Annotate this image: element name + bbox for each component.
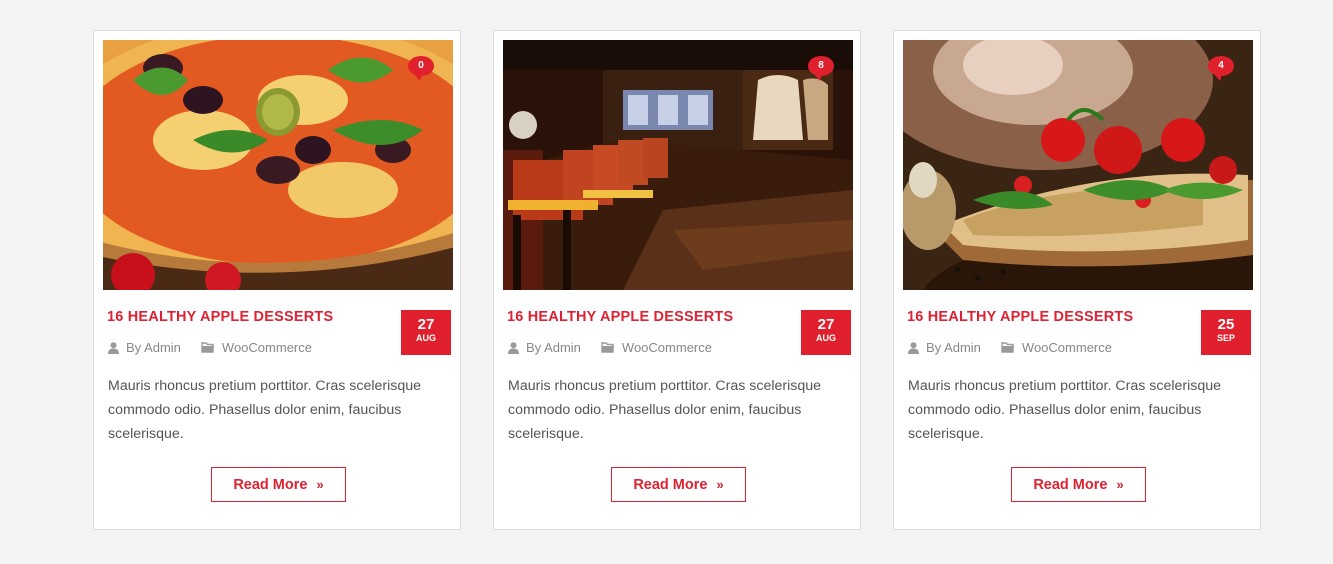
post-card: 0 16 HEALTHY APPLE DESSERTS 27 AUG By Ad…	[93, 30, 461, 530]
date-month: SEP	[1216, 333, 1235, 343]
post-meta: By Admin WooCommerce	[508, 340, 712, 355]
read-more-label: Read More	[633, 476, 708, 493]
date-month: AUG	[816, 333, 836, 343]
comment-count-badge[interactable]: 4	[1208, 56, 1234, 81]
double-chevron-right-icon: »	[1116, 477, 1124, 492]
read-more-label: Read More	[1033, 476, 1108, 493]
post-excerpt: Mauris rhoncus pretium porttitor. Cras s…	[908, 378, 1222, 442]
post-title[interactable]: 16 HEALTHY APPLE DESSERTS	[107, 309, 387, 325]
date-day: 27	[817, 316, 835, 333]
post-thumbnail[interactable]: 8	[503, 40, 853, 290]
folder-icon	[201, 342, 214, 353]
post-meta: By Admin WooCommerce	[108, 340, 312, 355]
post-excerpt: Mauris rhoncus pretium porttitor. Cras s…	[508, 378, 822, 442]
double-chevron-right-icon: »	[716, 477, 724, 492]
post-author-link[interactable]: By Admin	[526, 340, 581, 355]
restaurant-image	[503, 40, 853, 290]
post-title[interactable]: 16 HEALTHY APPLE DESSERTS	[907, 309, 1187, 325]
read-more-button[interactable]: Read More »	[1011, 467, 1146, 502]
post-thumbnail[interactable]: 0	[103, 40, 453, 290]
post-meta: By Admin WooCommerce	[908, 340, 1112, 355]
post-category-link[interactable]: WooCommerce	[222, 340, 312, 355]
user-icon	[108, 341, 119, 354]
double-chevron-right-icon: »	[316, 477, 324, 492]
read-more-label: Read More	[233, 476, 308, 493]
pizza-tomato-image	[903, 40, 1253, 290]
post-title[interactable]: 16 HEALTHY APPLE DESSERTS	[507, 309, 787, 325]
date-month: AUG	[416, 333, 436, 343]
read-more-button[interactable]: Read More »	[211, 467, 346, 502]
post-card: 8 16 HEALTHY APPLE DESSERTS 27 AUG By Ad…	[493, 30, 861, 530]
post-card: 4 16 HEALTHY APPLE DESSERTS 25 SEP By Ad…	[893, 30, 1261, 530]
post-thumbnail[interactable]: 4	[903, 40, 1253, 290]
blog-posts-grid: 0 16 HEALTHY APPLE DESSERTS 27 AUG By Ad…	[0, 0, 1333, 564]
post-category-link[interactable]: WooCommerce	[1022, 340, 1112, 355]
date-day: 27	[417, 316, 435, 333]
user-icon	[908, 341, 919, 354]
folder-icon	[1001, 342, 1014, 353]
folder-icon	[601, 342, 614, 353]
post-date-badge: 27 AUG	[801, 310, 851, 355]
post-date-badge: 25 SEP	[1201, 310, 1251, 355]
read-more-button[interactable]: Read More »	[611, 467, 746, 502]
comment-count-badge[interactable]: 8	[808, 56, 834, 81]
post-author-link[interactable]: By Admin	[926, 340, 981, 355]
post-category-link[interactable]: WooCommerce	[622, 340, 712, 355]
post-author-link[interactable]: By Admin	[126, 340, 181, 355]
post-excerpt: Mauris rhoncus pretium porttitor. Cras s…	[108, 378, 422, 442]
user-icon	[508, 341, 519, 354]
comment-count-badge[interactable]: 0	[408, 56, 434, 81]
pizza-image	[103, 40, 453, 290]
post-date-badge: 27 AUG	[401, 310, 451, 355]
date-day: 25	[1217, 316, 1235, 333]
